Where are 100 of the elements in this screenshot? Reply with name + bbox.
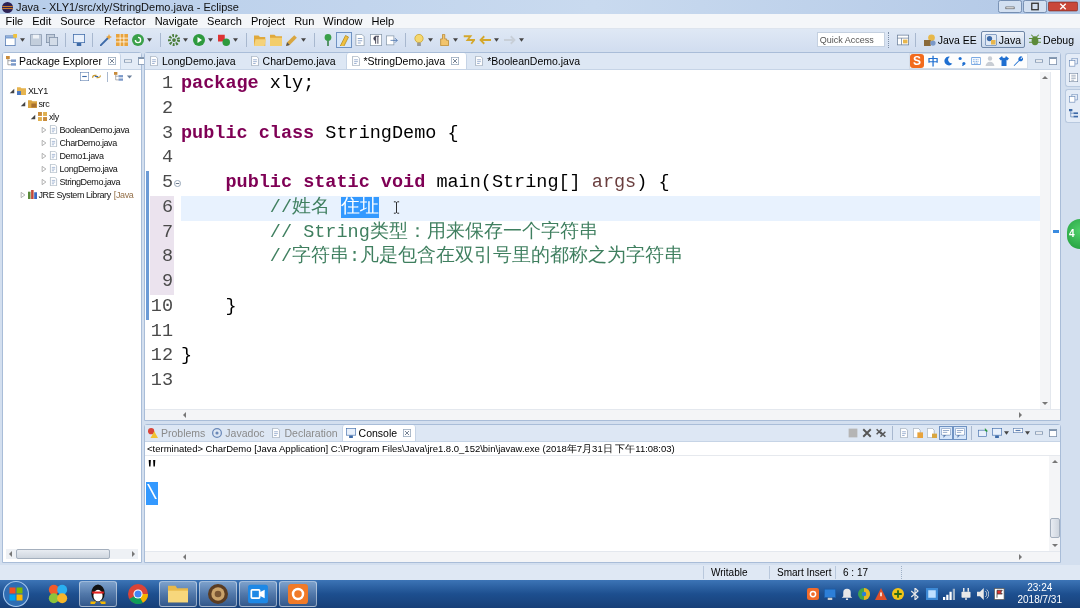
paragraph-icon[interactable] bbox=[369, 32, 383, 47]
menu-item[interactable]: Window bbox=[318, 15, 367, 27]
menu-item[interactable]: File bbox=[1, 15, 28, 27]
editor-tab[interactable]: CharDemo.java bbox=[245, 53, 343, 69]
tree-item[interactable]: LongDemo.java bbox=[59, 163, 118, 174]
caret-down-icon[interactable] bbox=[494, 37, 499, 42]
double-x-icon[interactable] bbox=[875, 427, 887, 439]
caret-right-icon[interactable] bbox=[19, 191, 26, 198]
overview-marker-icon[interactable] bbox=[1053, 230, 1059, 233]
restore-icon[interactable] bbox=[1068, 58, 1078, 67]
vertical-scrollbar[interactable] bbox=[1040, 72, 1050, 409]
bluetooth-icon[interactable] bbox=[908, 588, 921, 600]
caret-down-icon[interactable] bbox=[1025, 431, 1030, 435]
editor-tab[interactable]: *StringDemo.java bbox=[345, 53, 468, 69]
view-tab[interactable]: Package Explorer bbox=[3, 53, 121, 69]
document-lock-icon[interactable] bbox=[926, 427, 938, 439]
globe-icon[interactable] bbox=[857, 588, 870, 600]
collapse-all-icon[interactable] bbox=[80, 72, 89, 81]
perspective-button[interactable]: Java bbox=[980, 31, 1026, 48]
speaker-icon[interactable] bbox=[976, 588, 989, 600]
tree-item[interactable]: XLY1 bbox=[28, 85, 48, 96]
triangle-icon[interactable] bbox=[874, 588, 887, 600]
menu-item[interactable]: Refactor bbox=[99, 15, 151, 27]
menu-item[interactable]: Source bbox=[55, 15, 100, 27]
wrench-icon[interactable] bbox=[1013, 56, 1023, 66]
quick-access-field[interactable]: Quick Access bbox=[816, 32, 885, 47]
open-perspective-icon[interactable] bbox=[895, 32, 910, 47]
maximize-icon[interactable] bbox=[1023, 0, 1047, 13]
caret-down-icon[interactable] bbox=[183, 37, 188, 42]
punctuation-icon[interactable] bbox=[957, 56, 967, 66]
caret-right-icon[interactable] bbox=[40, 139, 47, 146]
stacked-disks-icon[interactable] bbox=[45, 32, 59, 47]
caret-down-icon[interactable] bbox=[20, 37, 25, 42]
signal-bars-icon[interactable] bbox=[942, 588, 955, 600]
caret-down-icon[interactable] bbox=[208, 37, 213, 42]
caret-down-icon[interactable] bbox=[428, 37, 433, 42]
minimize-icon[interactable] bbox=[1035, 57, 1043, 65]
caret-down-icon[interactable] bbox=[519, 37, 524, 42]
caret-down-icon[interactable] bbox=[1004, 431, 1009, 435]
bell-icon[interactable] bbox=[840, 588, 853, 600]
start-orb-icon[interactable] bbox=[3, 581, 29, 607]
flag-document-icon[interactable] bbox=[993, 588, 1006, 600]
tree-item[interactable]: StringDemo.java bbox=[59, 176, 121, 187]
refresh-icon[interactable] bbox=[131, 32, 145, 47]
caret-down-icon[interactable] bbox=[453, 37, 458, 42]
menu-item[interactable]: Help bbox=[367, 15, 399, 27]
speech-bubble-icon[interactable] bbox=[940, 427, 952, 439]
caret-down-icon[interactable] bbox=[233, 37, 238, 42]
view-tab[interactable]: Console bbox=[341, 425, 417, 441]
horizontal-scrollbar[interactable] bbox=[6, 549, 138, 559]
caret-right-icon[interactable] bbox=[40, 126, 47, 133]
folder-icon[interactable] bbox=[168, 584, 188, 604]
editor-tab[interactable]: *BooleanDemo.java bbox=[470, 53, 587, 69]
highlighter-icon[interactable] bbox=[337, 32, 351, 47]
shapes-icon[interactable] bbox=[217, 32, 231, 47]
tree-item[interactable]: CharDemo.java bbox=[59, 137, 117, 148]
plus-circle-icon[interactable] bbox=[891, 588, 904, 600]
app-tile-icon[interactable] bbox=[806, 588, 819, 600]
fold-minus-icon[interactable] bbox=[174, 179, 181, 187]
menu-item[interactable]: Search bbox=[202, 15, 247, 27]
ring-tile-icon[interactable] bbox=[288, 584, 308, 604]
penguin-icon[interactable] bbox=[88, 584, 108, 604]
perspective-button[interactable]: Java EE bbox=[919, 31, 981, 48]
close-x-icon[interactable] bbox=[861, 427, 873, 439]
caret-down-icon[interactable] bbox=[301, 37, 306, 42]
tree-view-icon[interactable] bbox=[114, 72, 123, 81]
editor-tab[interactable]: LongDemo.java bbox=[145, 53, 243, 69]
menu-item[interactable]: Edit bbox=[27, 15, 56, 27]
caret-right-icon[interactable] bbox=[40, 165, 47, 172]
tree-item[interactable]: Demo1.java bbox=[59, 150, 104, 161]
menu-item[interactable]: Run bbox=[289, 15, 319, 27]
wand-icon[interactable] bbox=[99, 32, 113, 47]
caret-right-icon[interactable] bbox=[40, 152, 47, 159]
horizontal-scrollbar[interactable] bbox=[145, 551, 1060, 562]
round-badge-icon[interactable] bbox=[208, 584, 228, 604]
play-icon[interactable] bbox=[192, 32, 206, 47]
document-icon[interactable] bbox=[898, 427, 910, 439]
monitor-icon[interactable] bbox=[991, 427, 1003, 439]
video-camera-icon[interactable] bbox=[248, 584, 268, 604]
window-icon[interactable] bbox=[925, 588, 938, 600]
tree-item[interactable]: BooleanDemo.java bbox=[59, 124, 130, 135]
horizontal-scrollbar[interactable] bbox=[145, 409, 1060, 420]
monitor-icon[interactable] bbox=[72, 32, 86, 47]
close-icon[interactable] bbox=[107, 57, 116, 65]
perspective-button[interactable]: Debug bbox=[1025, 31, 1078, 48]
tree-item[interactable]: src bbox=[38, 98, 50, 109]
plug-icon[interactable] bbox=[959, 588, 972, 600]
document-lines-icon[interactable] bbox=[1068, 73, 1078, 82]
close-icon[interactable] bbox=[403, 429, 412, 437]
ime-mode-toggle[interactable]: 中 bbox=[928, 55, 939, 67]
vertical-scrollbar[interactable] bbox=[1049, 456, 1060, 551]
shirt-icon[interactable] bbox=[999, 56, 1009, 66]
restore-icon[interactable] bbox=[1068, 94, 1078, 103]
monitor-icon[interactable] bbox=[823, 588, 836, 600]
document-grid-icon[interactable] bbox=[912, 427, 924, 439]
caret-down-icon[interactable] bbox=[9, 87, 15, 94]
tree-item[interactable]: xly bbox=[49, 111, 59, 122]
caret-down-icon[interactable] bbox=[147, 37, 152, 42]
minimize-icon[interactable] bbox=[123, 57, 132, 65]
caret-down-icon[interactable] bbox=[30, 113, 36, 120]
